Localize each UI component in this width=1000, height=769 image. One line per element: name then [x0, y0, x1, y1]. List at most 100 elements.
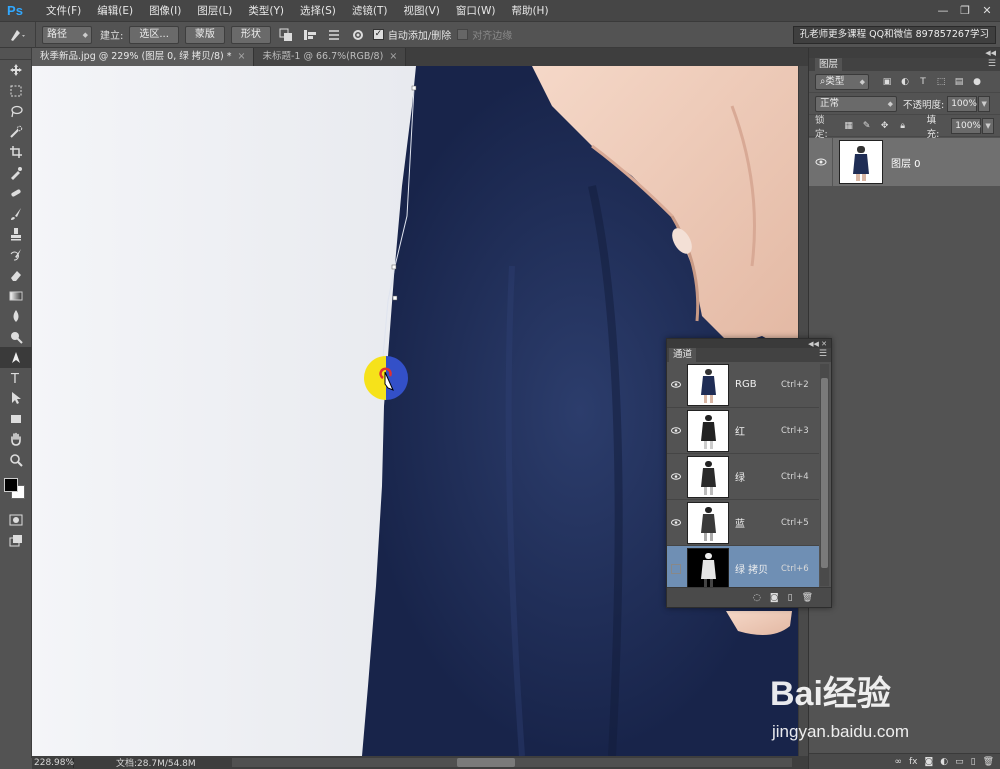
tab-document-active[interactable]: 秋季新品.jpg @ 229% (图层 0, 绿 拷贝/8) * ×: [32, 48, 255, 66]
minimize-icon[interactable]: —: [934, 2, 952, 18]
tab-document-untitled[interactable]: 未标题-1 @ 66.7%(RGB/8) ×: [254, 48, 407, 66]
close-icon[interactable]: ✕: [978, 2, 996, 18]
make-shape-button[interactable]: 形状: [230, 25, 271, 44]
layer-filter-select[interactable]: ⌕类型: [815, 73, 869, 90]
dodge-tool-icon[interactable]: [0, 327, 32, 348]
restore-icon[interactable]: ❐: [956, 2, 974, 18]
menu-select[interactable]: 选择(S): [292, 0, 344, 22]
tool-preset-picker[interactable]: [0, 21, 36, 48]
visibility-toggle[interactable]: [667, 563, 685, 574]
crop-tool-icon[interactable]: [0, 142, 32, 163]
panel-menu-icon[interactable]: ☰: [819, 349, 827, 359]
add-mask-icon[interactable]: ◙: [925, 757, 934, 767]
menu-image[interactable]: 图像(I): [141, 0, 189, 22]
eyedropper-tool-icon[interactable]: [0, 163, 32, 184]
path-alignment-icon[interactable]: [301, 26, 319, 44]
eraser-tool-icon[interactable]: [0, 265, 32, 286]
make-mask-button[interactable]: 蒙版: [184, 25, 225, 44]
channel-row-blue[interactable]: 蓝 Ctrl+5: [667, 500, 819, 546]
eye-icon[interactable]: [667, 427, 685, 434]
history-brush-tool-icon[interactable]: [0, 245, 32, 266]
rectangle-tool-icon[interactable]: [0, 409, 32, 430]
shape-filter-icon[interactable]: ⬚: [935, 76, 947, 88]
tab-layers[interactable]: 图层: [815, 58, 843, 71]
path-selection-tool-icon[interactable]: [0, 388, 32, 409]
channel-row-green-copy[interactable]: 绿 拷贝 Ctrl+6: [667, 546, 819, 592]
panel-collapse-strip[interactable]: ◀◀ ✕: [667, 339, 831, 348]
tools-panel-header[interactable]: [0, 48, 31, 60]
adjustment-layer-icon[interactable]: ◐: [940, 757, 948, 767]
healing-brush-tool-icon[interactable]: [0, 183, 32, 204]
collapse-icon[interactable]: ◀◀: [985, 49, 996, 57]
lock-transparent-icon[interactable]: ▦: [843, 120, 855, 132]
hand-tool-icon[interactable]: [0, 429, 32, 450]
lock-all-icon[interactable]: 🔒︎: [897, 120, 909, 132]
panel-menu-icon[interactable]: ☰: [988, 59, 996, 69]
panel-collapse-strip[interactable]: ◀◀: [809, 48, 1000, 58]
menu-layer[interactable]: 图层(L): [189, 0, 240, 22]
pen-mode-select[interactable]: 路径: [42, 25, 92, 44]
blend-mode-select[interactable]: 正常: [815, 95, 897, 112]
zoom-tool-icon[interactable]: [0, 450, 32, 471]
new-layer-icon[interactable]: ▯: [971, 757, 976, 767]
menu-help[interactable]: 帮助(H): [503, 0, 556, 22]
eye-icon[interactable]: [667, 381, 685, 388]
scrollbar-thumb[interactable]: [457, 758, 515, 767]
channel-row-rgb[interactable]: RGB Ctrl+2: [667, 362, 819, 408]
opacity-input[interactable]: 100%: [947, 95, 978, 112]
clone-stamp-tool-icon[interactable]: [0, 224, 32, 245]
screen-mode-icon[interactable]: [0, 531, 32, 552]
auto-add-delete-checkbox[interactable]: ✓ 自动添加/删除: [372, 27, 451, 42]
scrollbar-thumb[interactable]: [821, 378, 828, 568]
pen-tool-icon[interactable]: [0, 347, 32, 368]
new-group-icon[interactable]: ▭: [955, 757, 964, 767]
fill-input[interactable]: 100%: [951, 117, 982, 134]
trash-icon[interactable]: 🗑︎: [983, 757, 994, 767]
filter-toggle-icon[interactable]: ●: [971, 76, 983, 88]
collapse-icon[interactable]: ◀◀ ✕: [808, 340, 827, 348]
type-tool-icon[interactable]: T: [0, 368, 32, 389]
menu-file[interactable]: 文件(F): [38, 0, 89, 22]
save-selection-icon[interactable]: ◙: [770, 593, 779, 603]
adjustment-filter-icon[interactable]: ◐: [899, 76, 911, 88]
gradient-tool-icon[interactable]: [0, 286, 32, 307]
quick-mask-icon[interactable]: [0, 510, 32, 531]
layer-style-icon[interactable]: fx: [909, 757, 918, 767]
load-selection-icon[interactable]: ◌: [753, 593, 761, 603]
canvas-horizontal-scrollbar[interactable]: [232, 758, 792, 767]
channel-row-green[interactable]: 绿 Ctrl+4: [667, 454, 819, 500]
channels-scrollbar[interactable]: [820, 364, 829, 586]
menu-window[interactable]: 窗口(W): [448, 0, 504, 22]
lasso-tool-icon[interactable]: [0, 101, 32, 122]
move-tool-icon[interactable]: [0, 60, 32, 81]
link-layers-icon[interactable]: ∞: [895, 757, 903, 767]
type-filter-icon[interactable]: T: [917, 76, 929, 88]
trash-icon[interactable]: 🗑︎: [802, 593, 813, 603]
foreground-color-swatch[interactable]: [4, 478, 18, 492]
make-selection-button[interactable]: 选区...: [129, 25, 179, 44]
menu-edit[interactable]: 编辑(E): [89, 0, 141, 22]
marquee-tool-icon[interactable]: [0, 81, 32, 102]
lock-image-icon[interactable]: ✎: [861, 120, 873, 132]
blur-tool-icon[interactable]: [0, 306, 32, 327]
channel-row-red[interactable]: 红 Ctrl+3: [667, 408, 819, 454]
eye-icon[interactable]: [809, 138, 833, 186]
path-operations-icon[interactable]: [277, 26, 295, 44]
quick-selection-tool-icon[interactable]: [0, 122, 32, 143]
color-swatches[interactable]: [0, 470, 32, 510]
close-icon[interactable]: ×: [238, 51, 246, 62]
tab-channels[interactable]: 通道: [669, 348, 697, 362]
brush-tool-icon[interactable]: [0, 204, 32, 225]
fill-slider-toggle[interactable]: ▼: [982, 117, 994, 134]
opacity-slider-toggle[interactable]: ▼: [978, 95, 991, 112]
menu-type[interactable]: 类型(Y): [240, 0, 292, 22]
image-filter-icon[interactable]: ▣: [881, 76, 893, 88]
eye-icon[interactable]: [667, 519, 685, 526]
document-size-info[interactable]: 文档:28.7M/54.8M: [116, 756, 196, 769]
close-icon[interactable]: ×: [389, 51, 397, 62]
smart-object-filter-icon[interactable]: ▤: [953, 76, 965, 88]
lock-position-icon[interactable]: ✥: [879, 120, 891, 132]
gear-icon[interactable]: [349, 26, 367, 44]
menu-view[interactable]: 视图(V): [395, 0, 447, 22]
align-edges-checkbox[interactable]: 对齐边缘: [457, 27, 512, 42]
